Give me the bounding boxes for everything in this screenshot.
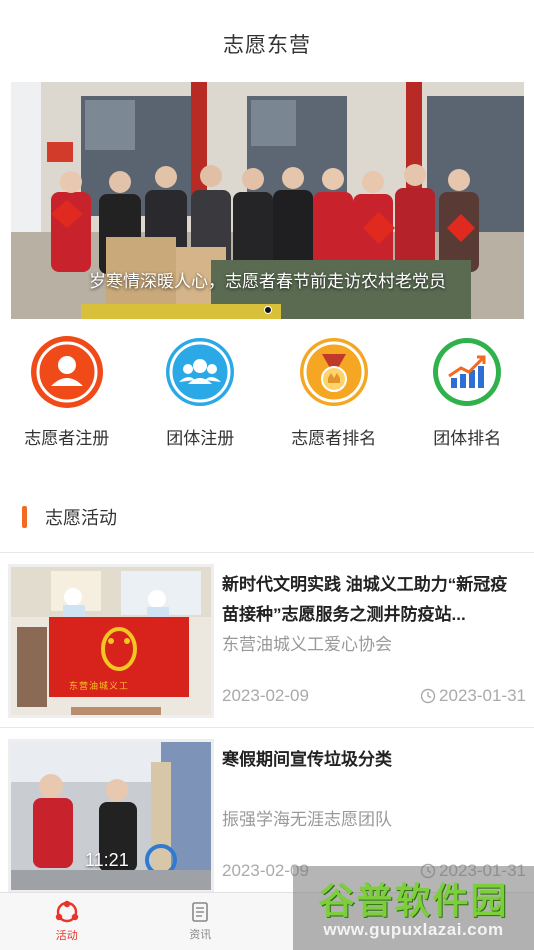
activity-title[interactable]: 寒假期间宣传垃圾分类 [222,745,522,775]
activity-end-date: 2023-01-31 [439,686,526,705]
group-icon [164,336,236,408]
group-ranking-button[interactable]: 团体排名 [401,336,534,456]
section-title: 志愿活动 [45,508,117,528]
carousel-dot[interactable] [263,306,272,314]
activity-thumbnail: 11:21 [8,739,214,893]
quick-links: 志愿者注册 团体注册 志愿者排名 团体排名 [0,336,534,456]
quick-link-label: 团体注册 [166,429,235,448]
activity-title[interactable]: 新时代文明实践 油城义工助力“新冠疫苗接种”志愿服务之测井防疫站... [222,570,522,630]
group-register-button[interactable]: 团体注册 [134,336,268,456]
clock-icon [420,688,436,704]
activity-organization: 振强学海无涯志愿团队 [222,810,392,829]
activity-card[interactable]: 东营油城义工 新时代文明实践 油城义工助力“新冠疫苗接种”志愿服务之测井防疫站.… [0,556,534,724]
tab-label: 活动 [55,930,78,942]
watermark-logo-text: 谷普软件园 [318,880,509,921]
activity-organization: 东营油城义工爱心协会 [222,635,392,654]
banner-caption: 岁寒情深暖人心，志愿者春节前走访农村老党员 [89,272,446,291]
activity-start-date: 2023-02-09 [222,686,309,705]
activity-icon [55,900,78,923]
flag-text: 东营油城义工 [69,681,130,691]
divider [0,552,534,553]
divider [0,727,534,728]
medal-icon [298,336,370,408]
carousel-indicator [11,306,524,314]
chart-up-icon [431,336,503,408]
activity-thumbnail: 东营油城义工 [8,564,214,718]
banner-carousel[interactable]: 岁寒情深暖人心，志愿者春节前走访农村老党员 [11,82,524,319]
section-header: 志愿活动 [22,504,117,530]
photo-timestamp: 11:21 [85,850,129,870]
tab-activity[interactable]: 活动 [0,893,134,950]
volunteer-ranking-button[interactable]: 志愿者排名 [267,336,401,456]
watermark: 谷普软件园 www.gupuxlazai.com [293,866,534,950]
quick-link-label: 团体排名 [433,429,502,448]
watermark-url: www.gupuxlazai.com [323,920,504,939]
activity-end-date-group: 2023-01-31 [420,686,526,706]
quick-link-label: 志愿者注册 [24,429,110,448]
section-accent-bar [22,506,27,528]
news-icon [192,902,209,922]
person-icon [30,336,103,408]
volunteer-register-button[interactable]: 志愿者注册 [0,336,134,456]
page-title: 志愿东营 [223,34,311,57]
app-header: 志愿东营 [0,0,534,82]
tab-news[interactable]: 资讯 [134,893,268,950]
tab-label: 资讯 [189,929,212,941]
quick-link-label: 志愿者排名 [291,429,377,448]
